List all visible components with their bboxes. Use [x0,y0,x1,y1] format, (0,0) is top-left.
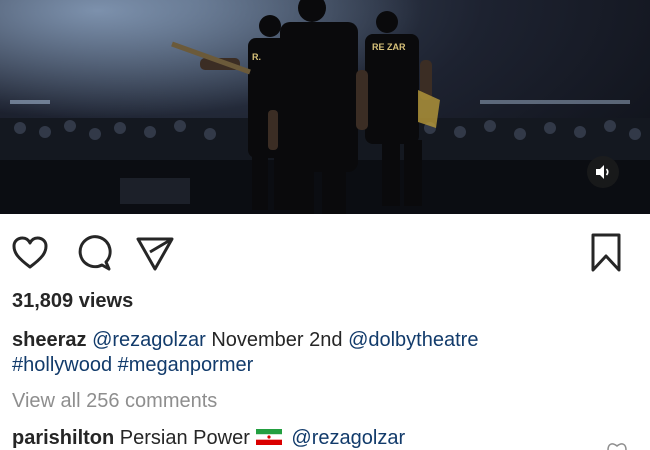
speaker-icon [596,165,609,179]
comment-username[interactable]: parishilton [12,427,114,449]
comment-like-icon[interactable] [606,440,628,450]
comment-bubble-icon[interactable] [76,234,112,272]
post-caption: sheeraz @rezagolzar November 2nd @dolbyt… [12,328,632,378]
sound-toggle-button[interactable] [587,156,619,188]
iran-flag-icon [255,429,282,445]
caption-mention-dolbytheatre[interactable]: @dolbytheatre [348,329,478,351]
caption-mention-rezagolzar[interactable]: @rezagolzar [92,329,206,351]
shirt-text-right: RE ZAR [372,42,406,52]
caption-hashtag-meganpormer[interactable]: #meganpormer [118,354,254,376]
caption-text: November 2nd [211,329,343,351]
shirt-text-left: R. [252,52,261,62]
comment-row: parishilton Persian Power @rezagolzar [12,427,405,450]
concert-scene: R. RE ZAR [0,0,650,214]
bookmark-icon[interactable] [590,233,622,273]
comment-text: Persian Power [119,427,250,449]
caption-hashtag-hollywood[interactable]: #hollywood [12,354,112,376]
view-count[interactable]: 31,809 views [12,290,133,313]
caption-username[interactable]: sheeraz [12,329,87,351]
view-all-comments-link[interactable]: View all 256 comments [12,390,217,413]
comment-mention-rezagolzar[interactable]: @rezagolzar [291,427,405,449]
post-action-bar [0,228,650,278]
paper-plane-icon[interactable] [136,236,174,272]
heart-icon[interactable] [12,236,48,270]
post-video[interactable]: R. RE ZAR [0,0,650,214]
